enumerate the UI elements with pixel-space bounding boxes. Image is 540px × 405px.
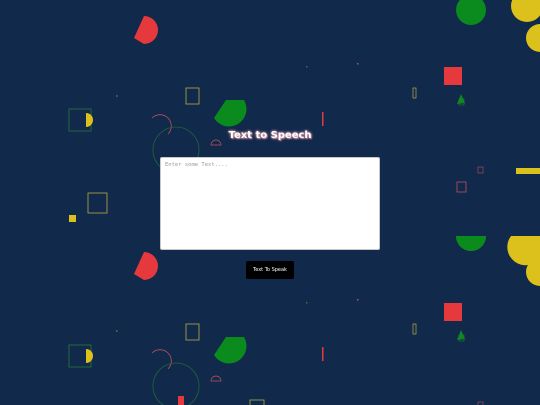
- dot-shape: [306, 302, 308, 304]
- dot-shape: [116, 330, 118, 332]
- dot-shape: [357, 299, 359, 301]
- text-to-speak-button[interactable]: Text To Speak: [246, 261, 294, 279]
- red-line-shape: [322, 347, 324, 361]
- dot-shape: [116, 95, 118, 97]
- speech-text-input[interactable]: [160, 157, 380, 250]
- dot-shape: [357, 63, 359, 65]
- dot-shape: [306, 66, 308, 68]
- red-square-shape: [444, 67, 462, 85]
- red-square-shape: [178, 396, 184, 405]
- yellow-square-shape: [69, 215, 76, 222]
- red-line-shape: [322, 112, 324, 126]
- yellow-bar-shape: [516, 168, 540, 174]
- page-title: Text to Speech: [228, 130, 312, 141]
- red-square-shape: [444, 303, 462, 321]
